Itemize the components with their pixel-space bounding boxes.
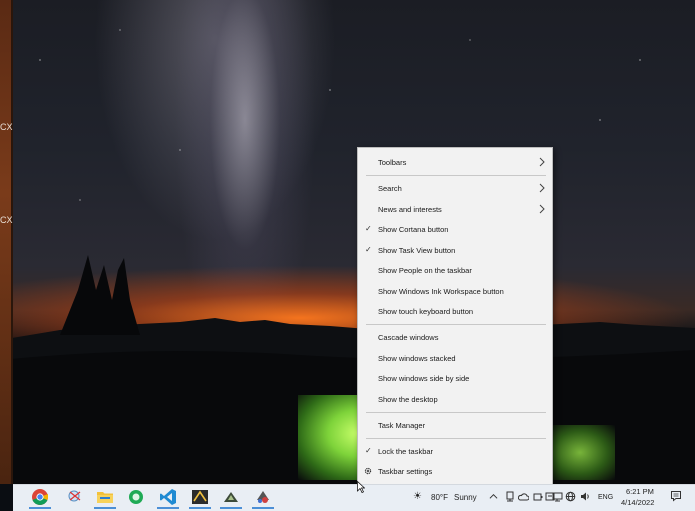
menu-item-label: Task Manager	[378, 421, 426, 430]
menu-separator	[366, 412, 546, 413]
terminal-app-icon[interactable]	[191, 488, 209, 506]
vscode-icon[interactable]	[159, 488, 177, 506]
checkmark-icon: ✓	[365, 245, 372, 254]
weather-temperature[interactable]: 80°F	[431, 493, 448, 502]
weather-condition[interactable]: Sunny	[454, 493, 477, 502]
menu-separator	[366, 438, 546, 439]
mouse-cursor-icon	[357, 481, 365, 493]
taskbar-context-menu: Toolbars Search News and interests ✓ Sho…	[357, 147, 553, 485]
glowing-tent-2	[545, 425, 615, 480]
notification-icon[interactable]	[670, 490, 682, 502]
chevron-right-icon	[539, 157, 545, 167]
clock-date[interactable]: 4/14/2022	[621, 498, 654, 507]
menu-item-show-the-desktop[interactable]: Show the desktop	[358, 390, 552, 409]
checkmark-icon: ✓	[365, 224, 372, 233]
chrome-icon[interactable]	[31, 488, 49, 506]
menu-item-label: Show Cortana button	[378, 225, 449, 234]
display-icon[interactable]	[552, 491, 563, 502]
menu-item-label: Cascade windows	[378, 333, 439, 342]
menu-item-label: News and interests	[378, 205, 442, 214]
background-window-edge[interactable]	[0, 0, 11, 484]
active-app-indicator	[29, 507, 51, 509]
chevron-up-icon[interactable]	[489, 492, 498, 501]
menu-item-label: Show People on the taskbar	[378, 266, 472, 275]
menu-item-label: Toolbars	[378, 158, 407, 167]
menu-item-lock-the-taskbar[interactable]: ✓ Lock the taskbar	[358, 442, 552, 461]
menu-separator	[366, 175, 546, 176]
clock-time[interactable]: 6:21 PM	[626, 487, 654, 496]
gear-icon	[364, 467, 372, 475]
menu-item-toolbars[interactable]: Toolbars	[358, 153, 552, 172]
menu-item-show-task-view-button[interactable]: ✓ Show Task View button	[358, 241, 552, 260]
chevron-right-icon	[539, 204, 545, 214]
network-drive-icon[interactable]	[505, 491, 515, 502]
menu-item-show-people[interactable]: Show People on the taskbar	[358, 261, 552, 280]
menu-item-search[interactable]: Search	[358, 179, 552, 198]
menu-item-label: Show Windows Ink Workspace button	[378, 287, 504, 296]
menu-item-label: Show Task View button	[378, 246, 456, 255]
menu-item-news-and-interests[interactable]: News and interests	[358, 200, 552, 219]
menu-item-label: Show the desktop	[378, 395, 438, 404]
paint-app-icon[interactable]	[254, 488, 272, 506]
active-app-indicator	[94, 507, 116, 509]
menu-item-show-windows-stacked[interactable]: Show windows stacked	[358, 349, 552, 368]
menu-item-label: Lock the taskbar	[378, 447, 434, 456]
window-edge-label-1: CX	[0, 122, 13, 132]
active-app-indicator	[189, 507, 211, 509]
battery-icon[interactable]	[533, 491, 543, 502]
desktop-wallpaper[interactable]	[0, 0, 695, 484]
green-app-icon[interactable]	[127, 488, 145, 506]
menu-item-show-windows-ink[interactable]: Show Windows Ink Workspace button	[358, 282, 552, 301]
menu-item-task-manager[interactable]: Task Manager	[358, 416, 552, 435]
language-indicator[interactable]: ENG	[598, 494, 613, 501]
speaker-icon[interactable]	[580, 491, 591, 502]
chevron-right-icon	[539, 183, 545, 193]
menu-item-show-touch-keyboard[interactable]: Show touch keyboard button	[358, 302, 552, 321]
menu-item-show-cortana-button[interactable]: ✓ Show Cortana button	[358, 220, 552, 239]
weather-sun-icon[interactable]: ☀	[413, 491, 422, 502]
menu-item-label: Show windows side by side	[378, 374, 470, 383]
active-app-indicator	[252, 507, 274, 509]
menu-item-show-windows-side-by-side[interactable]: Show windows side by side	[358, 369, 552, 388]
menu-item-label: Search	[378, 184, 402, 193]
pen-app-icon[interactable]	[222, 488, 240, 506]
file-explorer-icon[interactable]	[96, 488, 114, 506]
menu-item-taskbar-settings[interactable]: Taskbar settings	[358, 462, 552, 481]
onedrive-cloud-icon[interactable]	[518, 492, 529, 501]
window-edge-label-2: CX	[0, 215, 13, 225]
menu-separator	[366, 324, 546, 325]
active-app-indicator	[220, 507, 242, 509]
menu-item-label: Show windows stacked	[378, 354, 456, 363]
globe-network-icon[interactable]	[565, 491, 576, 502]
active-app-indicator	[157, 507, 179, 509]
menu-item-cascade-windows[interactable]: Cascade windows	[358, 328, 552, 347]
menu-item-label: Taskbar settings	[378, 467, 433, 476]
menu-item-label: Show touch keyboard button	[378, 307, 474, 316]
window-border	[11, 0, 13, 484]
snipping-tool-icon[interactable]	[66, 488, 84, 506]
checkmark-icon: ✓	[365, 446, 372, 455]
